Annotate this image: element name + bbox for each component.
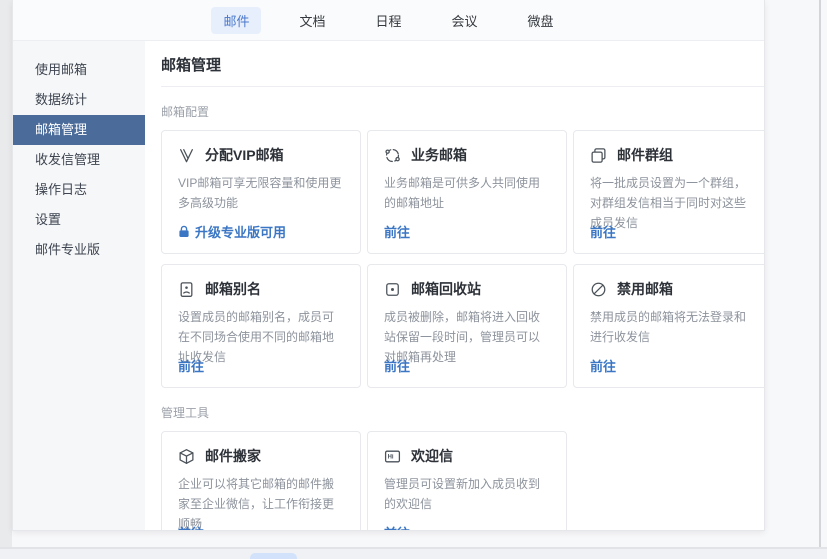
sidebar-item-mailbox-management[interactable]: 邮箱管理 [13,115,145,145]
card-title: 邮件群组 [617,145,673,165]
card-description: 业务邮箱是可供多人共同使用的邮箱地址 [384,174,550,214]
go-link[interactable]: 前往 [590,356,616,375]
card-header: 邮件搬家 [178,446,344,466]
go-link[interactable]: 前往 [384,523,410,530]
card-header: Hi 欢迎信 [384,446,550,466]
vertical-divider-line [819,0,821,548]
upgrade-pro-link[interactable]: 升级专业版可用 [178,222,286,241]
card-mailbox-recycle-bin: 邮箱回收站成员被删除，邮箱将进入回收站保留一段时间，管理员可以对邮箱再处理前往 [367,264,567,388]
admin-window: 邮件文档日程会议微盘 使用邮箱数据统计邮箱管理收发信管理操作日志设置邮件专业版 … [12,0,765,531]
section: 管理工具邮件搬家企业可以将其它邮箱的邮件搬家至企业微信，让工作衔接更顺畅前往Hi… [161,404,764,530]
card-assign-vip-mailbox: 分配VIP邮箱 VIP邮箱可享无限容量和使用更多高级功能升级专业版可用 [161,130,361,254]
lock-icon [178,225,190,238]
card-footer-label: 前往 [590,222,616,241]
card-title: 邮件搬家 [205,446,261,466]
card-footer-label: 前往 [178,523,204,530]
card-description: 企业可以将其它邮箱的邮件搬家至企业微信，让工作衔接更顺畅 [178,475,344,530]
tab-schedule[interactable]: 日程 [363,7,413,34]
go-link[interactable]: 前往 [178,356,204,375]
card-header: 分配VIP邮箱 [178,145,344,165]
card-title: 欢迎信 [411,446,453,466]
business-mailbox-icon [384,147,401,164]
vip-v-icon [178,147,195,164]
go-link[interactable]: 前往 [384,222,410,241]
card-grid: 邮件搬家企业可以将其它邮箱的邮件搬家至企业微信，让工作衔接更顺畅前往Hi欢迎信管… [161,431,764,530]
go-link[interactable]: 前往 [590,222,616,241]
outer-background-left [0,0,12,548]
disabled-mailbox-icon [590,281,607,298]
card-title: 分配VIP邮箱 [205,145,284,165]
go-link[interactable]: 前往 [178,523,204,530]
section-label: 管理工具 [161,404,764,421]
section: 邮箱配置分配VIP邮箱 VIP邮箱可享无限容量和使用更多高级功能升级专业版可用 业务… [161,103,764,388]
outer-background-bottom [0,549,827,559]
sidebar-item-use-mailbox[interactable]: 使用邮箱 [13,55,145,85]
card-business-mailbox: 业务邮箱业务邮箱是可供多人共同使用的邮箱地址前往 [367,130,567,254]
bottom-blue-pill [250,553,297,559]
card-grid: 分配VIP邮箱VIP邮箱可享无限容量和使用更多高级功能升级专业版可用业务邮箱业务… [161,130,764,388]
card-header: 业务邮箱 [384,145,550,165]
sidebar-item-data-statistics[interactable]: 数据统计 [13,85,145,115]
card-header: 邮件群组 [590,145,756,165]
sidebar-item-send-receive-management[interactable]: 收发信管理 [13,145,145,175]
main-content: 邮箱管理 邮箱配置分配VIP邮箱 VIP邮箱可享无限容量和使用更多高级功能升级专业… [145,41,764,530]
sidebar-item-mail-pro-edition[interactable]: 邮件专业版 [13,235,145,265]
welcome-letter-icon: Hi [384,448,401,465]
mail-migration-icon [178,448,195,465]
mailbox-recycle-icon [384,281,401,298]
card-title: 禁用邮箱 [617,279,673,299]
top-navigation: 邮件文档日程会议微盘 [13,0,764,41]
card-header: 禁用邮箱 [590,279,756,299]
tab-docs[interactable]: 文档 [287,7,337,34]
card-footer-label: 升级专业版可用 [195,222,286,241]
card-footer-label: 前往 [590,356,616,375]
card-footer-label: 前往 [384,523,410,530]
card-footer-label: 前往 [384,356,410,375]
card-mail-group: 邮件群组将一批成员设置为一个群组，对群组发信相当于同时对这些成员发信前往 [573,130,764,254]
sidebar: 使用邮箱数据统计邮箱管理收发信管理操作日志设置邮件专业版 [13,41,145,530]
card-header: 邮箱别名 [178,279,344,299]
card-mail-migration: 邮件搬家企业可以将其它邮箱的邮件搬家至企业微信，让工作衔接更顺畅前往 [161,431,361,530]
page-title: 邮箱管理 [161,41,764,86]
section-label: 邮箱配置 [161,103,764,120]
mailbox-alias-icon [178,281,195,298]
tab-drive[interactable]: 微盘 [516,7,566,34]
card-footer-label: 前往 [178,356,204,375]
card-description: VIP邮箱可享无限容量和使用更多高级功能 [178,174,344,214]
card-welcome-letter: Hi 欢迎信管理员可设置新加入成员收到的欢迎信前往 [367,431,567,530]
card-title: 邮箱别名 [205,279,261,299]
card-header: 邮箱回收站 [384,279,550,299]
card-title: 邮箱回收站 [411,279,481,299]
tab-meeting[interactable]: 会议 [440,7,490,34]
card-description: 禁用成员的邮箱将无法登录和进行收发信 [590,308,756,348]
screen: 邮件文档日程会议微盘 使用邮箱数据统计邮箱管理收发信管理操作日志设置邮件专业版 … [0,0,827,559]
go-link[interactable]: 前往 [384,356,410,375]
sidebar-item-operation-log[interactable]: 操作日志 [13,175,145,205]
title-divider [161,86,764,87]
card-mailbox-alias: 邮箱别名设置成员的邮箱别名，成员可在不同场合使用不同的邮箱地址收发信前往 [161,264,361,388]
card-title: 业务邮箱 [411,145,467,165]
card-disabled-mailbox: 禁用邮箱禁用成员的邮箱将无法登录和进行收发信前往 [573,264,764,388]
tab-mail[interactable]: 邮件 [211,7,261,34]
card-footer-label: 前往 [384,222,410,241]
sidebar-item-settings[interactable]: 设置 [13,205,145,235]
window-body: 使用邮箱数据统计邮箱管理收发信管理操作日志设置邮件专业版 邮箱管理 邮箱配置分配… [13,41,764,530]
card-description: 管理员可设置新加入成员收到的欢迎信 [384,475,550,515]
svg-text:Hi: Hi [388,454,394,460]
mail-group-icon [590,147,607,164]
